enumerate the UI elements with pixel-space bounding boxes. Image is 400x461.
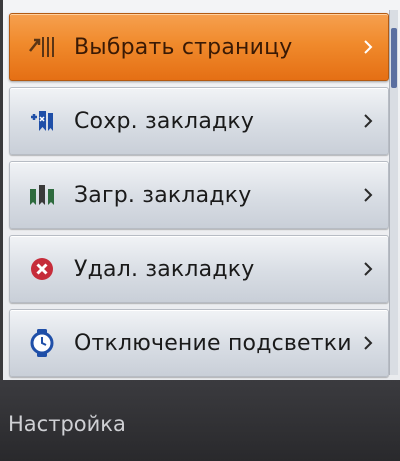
scrollbar-thumb[interactable]	[391, 28, 397, 88]
menu-list: Выбрать страницу Сохр. закладку Загр. за…	[0, 0, 400, 380]
menu-item-label: Удал. закладку	[74, 256, 255, 282]
footer-title: Настройка	[8, 411, 126, 436]
menu-item-save-bookmark[interactable]: Сохр. закладку	[9, 87, 389, 155]
chevron-right-icon	[358, 260, 378, 278]
goto-page-icon	[24, 29, 60, 65]
menu-item-label: Выбрать страницу	[74, 34, 293, 60]
footer-bar: Настройка	[0, 380, 400, 461]
menu-item-label: Загр. закладку	[74, 182, 252, 208]
screen: Выбрать страницу Сохр. закладку Загр. за…	[0, 0, 400, 461]
save-bookmark-icon	[24, 103, 60, 139]
load-bookmark-icon	[24, 177, 60, 213]
menu-item-label: Сохр. закладку	[74, 108, 255, 134]
menu-item-load-bookmark[interactable]: Загр. закладку	[9, 161, 389, 229]
menu-item-label: Отключение подсветки	[74, 330, 352, 356]
chevron-right-icon	[358, 38, 378, 56]
menu-item-goto-page[interactable]: Выбрать страницу	[9, 13, 389, 81]
scrollbar[interactable]	[389, 10, 398, 375]
chevron-right-icon	[358, 334, 378, 352]
menu-item-backlight-off[interactable]: Отключение подсветки	[9, 309, 389, 377]
chevron-right-icon	[358, 186, 378, 204]
chevron-right-icon	[358, 112, 378, 130]
menu-item-delete-bookmark[interactable]: Удал. закладку	[9, 235, 389, 303]
backlight-timer-icon	[24, 325, 60, 361]
delete-bookmark-icon	[24, 251, 60, 287]
